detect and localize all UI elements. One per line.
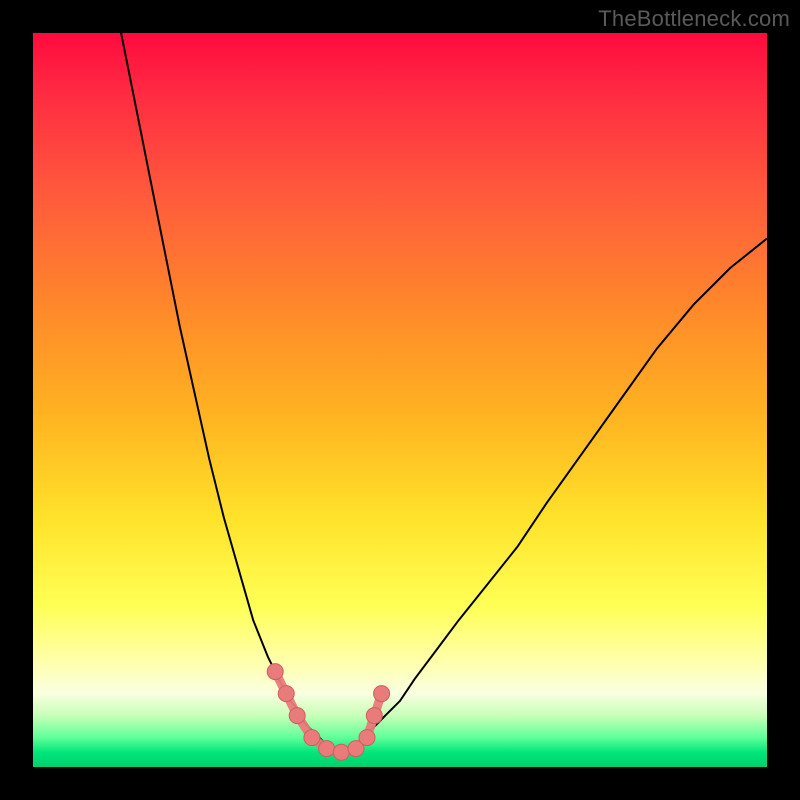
marker-point: [304, 730, 320, 746]
plot-area: [33, 33, 767, 767]
marker-group: [267, 664, 389, 761]
chart-frame: TheBottleneck.com: [0, 0, 800, 800]
marker-point: [278, 686, 294, 702]
marker-point: [319, 741, 335, 757]
left-curve: [121, 33, 341, 752]
marker-point: [267, 664, 283, 680]
marker-point: [374, 686, 390, 702]
right-curve: [341, 239, 767, 753]
marker-point: [333, 744, 349, 760]
watermark-text: TheBottleneck.com: [598, 6, 790, 32]
marker-point: [289, 708, 305, 724]
chart-svg: [33, 33, 767, 767]
marker-point: [366, 708, 382, 724]
marker-point: [359, 730, 375, 746]
